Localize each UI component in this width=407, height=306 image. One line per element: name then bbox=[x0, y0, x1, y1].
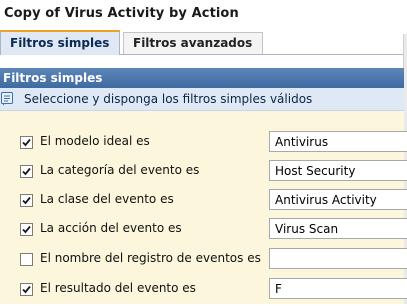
filter-value-input[interactable] bbox=[269, 218, 407, 239]
filter-checkbox[interactable] bbox=[20, 283, 33, 296]
filter-value-input[interactable] bbox=[269, 189, 407, 210]
filter-label: El nombre del registro de eventos es bbox=[40, 251, 261, 265]
panel-instruction-bar: Seleccione y disponga los filtros simple… bbox=[0, 88, 404, 111]
tab-filtros-avanzados[interactable]: Filtros avanzados bbox=[123, 32, 263, 54]
filter-row: La acción del evento es bbox=[0, 217, 407, 246]
filter-row: La clase del evento es bbox=[0, 188, 407, 217]
filter-checkbox[interactable] bbox=[20, 136, 33, 149]
panel-instruction-text: Seleccione y disponga los filtros simple… bbox=[24, 92, 313, 106]
filter-label: La acción del evento es bbox=[40, 221, 182, 235]
filter-value-input[interactable] bbox=[269, 131, 407, 152]
filter-row: El modelo ideal es bbox=[0, 130, 407, 159]
checkmark-icon bbox=[22, 196, 31, 205]
filter-checkbox[interactable] bbox=[20, 165, 33, 178]
filter-label: La categoría del evento es bbox=[40, 163, 200, 177]
filter-list: El modelo ideal es La categoría del even… bbox=[0, 111, 407, 306]
checkmark-icon bbox=[22, 138, 31, 147]
tab-filtros-simples[interactable]: Filtros simples bbox=[0, 30, 120, 55]
filter-row: El nombre del registro de eventos es bbox=[0, 247, 407, 276]
tab-strip: Filtros simples Filtros avanzados bbox=[0, 30, 407, 55]
window-title: Copy of Virus Activity by Action bbox=[4, 6, 239, 21]
filter-label: El resultado del evento es bbox=[40, 281, 196, 295]
panel-header: Filtros simples bbox=[0, 68, 404, 88]
filter-value-input[interactable] bbox=[269, 278, 407, 299]
filter-value-input[interactable] bbox=[269, 248, 407, 269]
filter-row: La categoría del evento es bbox=[0, 159, 407, 188]
info-icon bbox=[1, 91, 13, 106]
filter-checkbox[interactable] bbox=[20, 253, 33, 266]
filter-label: El modelo ideal es bbox=[40, 134, 150, 148]
filter-checkbox[interactable] bbox=[20, 194, 33, 207]
checkmark-icon bbox=[22, 167, 31, 176]
checkmark-icon bbox=[22, 225, 31, 234]
filter-label: La clase del evento es bbox=[40, 192, 174, 206]
checkmark-icon bbox=[22, 285, 31, 294]
filter-value-input[interactable] bbox=[269, 160, 407, 181]
filter-checkbox[interactable] bbox=[20, 223, 33, 236]
filter-row: El resultado del evento es bbox=[0, 277, 407, 306]
